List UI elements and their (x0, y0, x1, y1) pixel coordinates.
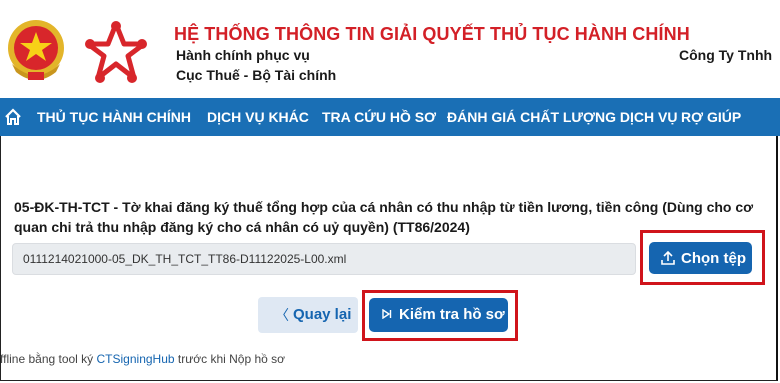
back-button[interactable]: 〈 Quay lại (258, 297, 358, 333)
home-icon[interactable] (4, 108, 22, 126)
note-prefix: ffline bằng tool ký (0, 352, 97, 366)
nav-item-help[interactable]: RỢ GIÚP (681, 109, 741, 125)
site-header: HỆ THỐNG THÔNG TIN GIẢI QUYẾT THỦ TỤC HÀ… (0, 0, 780, 98)
national-emblem-icon (8, 20, 64, 80)
highlight-box-choose-file (640, 230, 765, 285)
nav-item-other-services[interactable]: DỊCH VỤ KHÁC (207, 109, 309, 125)
note-suffix: trước khi Nộp hồ sơ (174, 352, 286, 366)
user-company-name[interactable]: Công Ty Tnhh (679, 47, 772, 63)
chevron-left-icon: 〈 (275, 307, 289, 323)
nav-item-service-quality[interactable]: ĐÁNH GIÁ CHẤT LƯỢNG DỊCH VỤ (447, 109, 677, 125)
ctsigninghub-link[interactable]: CTSigningHub (97, 352, 175, 366)
back-label: Quay lại (293, 306, 352, 323)
highlight-box-check-records (362, 290, 518, 341)
public-service-logo-icon (85, 21, 147, 83)
portal-subtitle: Hành chính phục vụ (176, 47, 310, 63)
selected-file-field[interactable]: 0111214021000-05_DK_TH_TCT_TT86-D1112202… (12, 243, 636, 275)
offline-signing-note: ffline bằng tool ký CTSigningHub trước k… (0, 352, 285, 366)
nav-item-administrative-procedures[interactable]: THỦ TỤC HÀNH CHÍNH (37, 109, 191, 125)
nav-item-lookup-records[interactable]: TRA CỨU HỒ SƠ (322, 109, 436, 125)
file-name-text: 0111214021000-05_DK_TH_TCT_TT86-D1112202… (23, 252, 347, 266)
portal-title: HỆ THỐNG THÔNG TIN GIẢI QUYẾT THỦ TỤC HÀ… (174, 24, 690, 44)
main-nav: THỦ TỤC HÀNH CHÍNH DỊCH VỤ KHÁC TRA CỨU … (0, 98, 780, 136)
agency-name: Cục Thuế - Bộ Tài chính (176, 67, 337, 83)
